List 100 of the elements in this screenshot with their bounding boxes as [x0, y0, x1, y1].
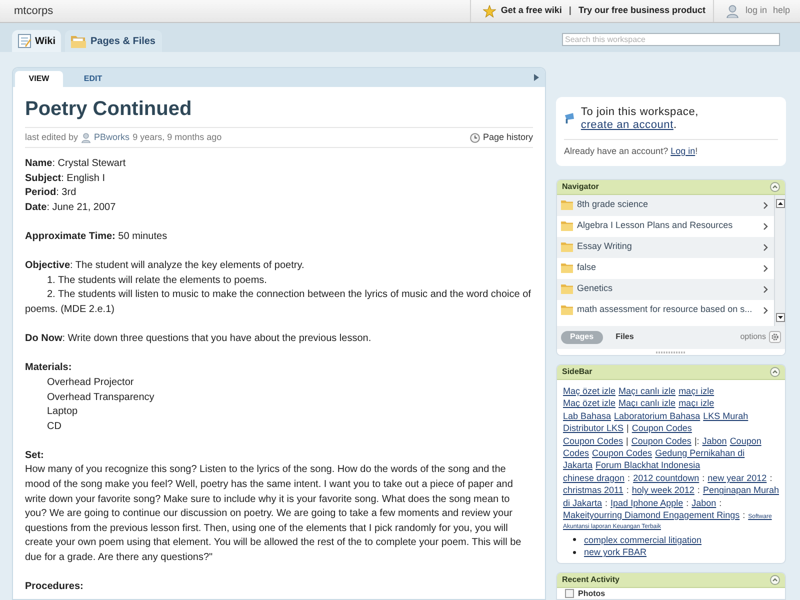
separator-text: :	[702, 472, 705, 484]
chevron-right-icon	[763, 222, 768, 230]
sidebar-link[interactable]: christmas 2011	[563, 484, 624, 497]
collapse-icon[interactable]	[770, 367, 780, 378]
page-history-link[interactable]: Page history	[470, 130, 533, 144]
body-text: Period: 3rd	[25, 186, 78, 200]
sidebar-link[interactable]: Jabon	[702, 434, 727, 448]
section-heading: Materials:	[25, 361, 73, 376]
separator-text: :	[719, 496, 722, 509]
options-link[interactable]: options	[740, 331, 766, 343]
sidebar-link[interactable]: Forum Blackhat Indonesia	[596, 459, 700, 472]
sidebar-link[interactable]: Coupon Codes	[631, 434, 692, 448]
collapse-icon[interactable]	[770, 575, 780, 586]
separator-text: :	[628, 472, 630, 484]
sidebar-link[interactable]: Penginapan Murah	[702, 484, 779, 497]
sidebar-link[interactable]: Makeityourring Diamond Engagement Rings	[563, 508, 740, 522]
sidebar-link[interactable]: maçı izle	[678, 385, 714, 398]
sidebar-link[interactable]: Maçı canlı izle	[618, 385, 676, 398]
sidebar-link[interactable]: 2012 countdown	[633, 472, 700, 484]
separator-text: :	[626, 484, 629, 497]
section-heading: Set:	[25, 448, 45, 463]
sidebar-link[interactable]: LKS Murah	[703, 410, 748, 422]
user-link[interactable]: log in	[745, 4, 767, 18]
join-prompt: To join this workspace, create an account.	[580, 106, 700, 132]
scroll-up-icon[interactable]	[776, 198, 784, 208]
panel-title: Navigator	[562, 180, 599, 192]
author-link[interactable]: PBworks	[94, 130, 130, 144]
sidebar-link[interactable]: Coupon Codes	[563, 434, 624, 448]
navigator-tab[interactable]: Files	[606, 330, 643, 344]
resize-grip[interactable]	[656, 350, 686, 354]
page-title: Poetry Continued	[25, 97, 193, 121]
sidebar-link[interactable]: Coupon Codes	[632, 422, 692, 435]
sidebar-link[interactable]: Gedung Pernikahan di	[655, 447, 745, 460]
body-text: Objective: The student will analyze the key elements of poetry.	[25, 259, 306, 274]
sidebar-link[interactable]: Ipad Iphone Apple	[610, 496, 684, 509]
sidebar-link[interactable]: Maç özet izle	[563, 385, 616, 398]
login-prompt: Already have an account? Log in!	[564, 145, 699, 158]
separator-text: |:	[694, 434, 700, 448]
workspace-tab[interactable]: Pages & Files	[65, 30, 162, 52]
scroll-down-icon[interactable]	[776, 312, 784, 322]
collapse-icon[interactable]	[770, 182, 780, 192]
material-item: Laptop	[46, 405, 79, 420]
bullet-icon	[573, 538, 576, 542]
sidebar-link[interactable]: Coupon	[730, 434, 762, 448]
sidebar-link[interactable]: Coupon Codes	[592, 447, 652, 460]
sidebar-link[interactable]: Jabon	[692, 496, 716, 509]
separator-text: :	[686, 496, 689, 509]
workspace-tab[interactable]: Wiki	[12, 30, 62, 52]
sidebar-link[interactable]: Distributor LKS	[563, 422, 624, 435]
promo-link[interactable]: Get a free wiki	[500, 4, 562, 18]
promo-link[interactable]: Try our free business product	[578, 4, 706, 18]
folder-icon	[561, 284, 573, 294]
navigator-item[interactable]: 8th grade science	[557, 194, 774, 216]
site-name: mtcorps	[14, 4, 54, 19]
folder-icon	[561, 305, 573, 315]
body-text: Approximate Time: 50 minutes	[25, 230, 168, 244]
sidebar-link[interactable]: Jakarta	[563, 459, 593, 472]
user-link[interactable]: help	[772, 4, 790, 18]
login-link[interactable]: Log in	[670, 146, 696, 156]
navigator-item[interactable]: Genetics	[557, 278, 774, 300]
sidebar-link[interactable]: chinese dragon	[563, 472, 625, 484]
folder-icon	[561, 263, 573, 273]
body-text: Date: June 21, 2007	[25, 200, 117, 215]
sidebar-link[interactable]: Maçı canlı izle	[618, 397, 676, 410]
objective-item: 1. The students will relate the elements to poems.	[46, 274, 268, 288]
scrollbar[interactable]	[774, 194, 785, 326]
separator-text: |	[568, 4, 572, 18]
page-icon	[18, 34, 31, 48]
sidebar-link[interactable]: complex commercial litigation	[584, 534, 702, 546]
chevron-right-icon	[763, 306, 768, 314]
sidebar-link[interactable]: maçı izle	[678, 397, 714, 410]
search-field[interactable]: Search this workspace	[562, 33, 780, 46]
user-icon	[81, 132, 92, 142]
sidebar-link[interactable]: Lab Bahasa	[563, 410, 612, 422]
sidebar-link[interactable]: Codes	[563, 447, 590, 460]
body-text: Name: Crystal Stewart	[25, 157, 127, 171]
view-tab[interactable]: EDIT	[69, 71, 117, 87]
gear-icon[interactable]	[769, 331, 781, 343]
separator-text: |	[626, 434, 628, 448]
triangle-right-icon[interactable]	[534, 74, 539, 81]
create-account-link[interactable]: create an account	[580, 119, 674, 131]
sidebar-link[interactable]: Laboratorium Bahasa	[614, 410, 700, 422]
paragraph-text: How many of you recognize this song? Listen to the lyrics of the song. How do the words of the song and the mood of the song make you feel? Well, poetry has the same intent. I want you to take out a piece of paper and write down your favorite song? Make sure to include why it is your favorite song. What does the song mean to you? We are going to continue our discussion on poetry. We are going to take a few moments and review your questions from the previous lesson first. Then, using one of the elements that I pick randomly for you, you will create your own poem using that element. You will be allowed the rest of the to complete your poem. This will be due for a grade. Are there any questions?"	[25, 463, 522, 566]
chevron-right-icon	[763, 264, 768, 272]
navigator-item[interactable]: Essay Writing	[557, 236, 774, 258]
sidebar-link[interactable]: di Jakarta	[563, 496, 602, 509]
folder-icon	[561, 221, 573, 231]
body-text: Do Now: Write down three questions that you have about the previous lesson.	[25, 332, 372, 346]
sidebar-link[interactable]: Maç özet izle	[563, 397, 616, 410]
folder-icon	[561, 200, 573, 210]
sidebar-link[interactable]: new year 2012	[708, 472, 767, 484]
separator-text: :	[770, 472, 772, 484]
objective-item: 2. The students will listen to music to make the connection between the lyrics of music and the word choice of poems. (MDE 2.e.1)	[25, 288, 532, 317]
clock-icon	[470, 132, 480, 142]
chevron-right-icon	[763, 286, 768, 292]
edited-age-text: 9 years, 9 months ago	[132, 130, 222, 144]
sidebar-link[interactable]: holy week 2012	[632, 484, 694, 497]
activity-link[interactable]: Photos	[578, 588, 606, 599]
view-tab[interactable]: VIEW	[15, 71, 63, 87]
sidebar-link[interactable]: new york FBAR	[584, 546, 647, 559]
